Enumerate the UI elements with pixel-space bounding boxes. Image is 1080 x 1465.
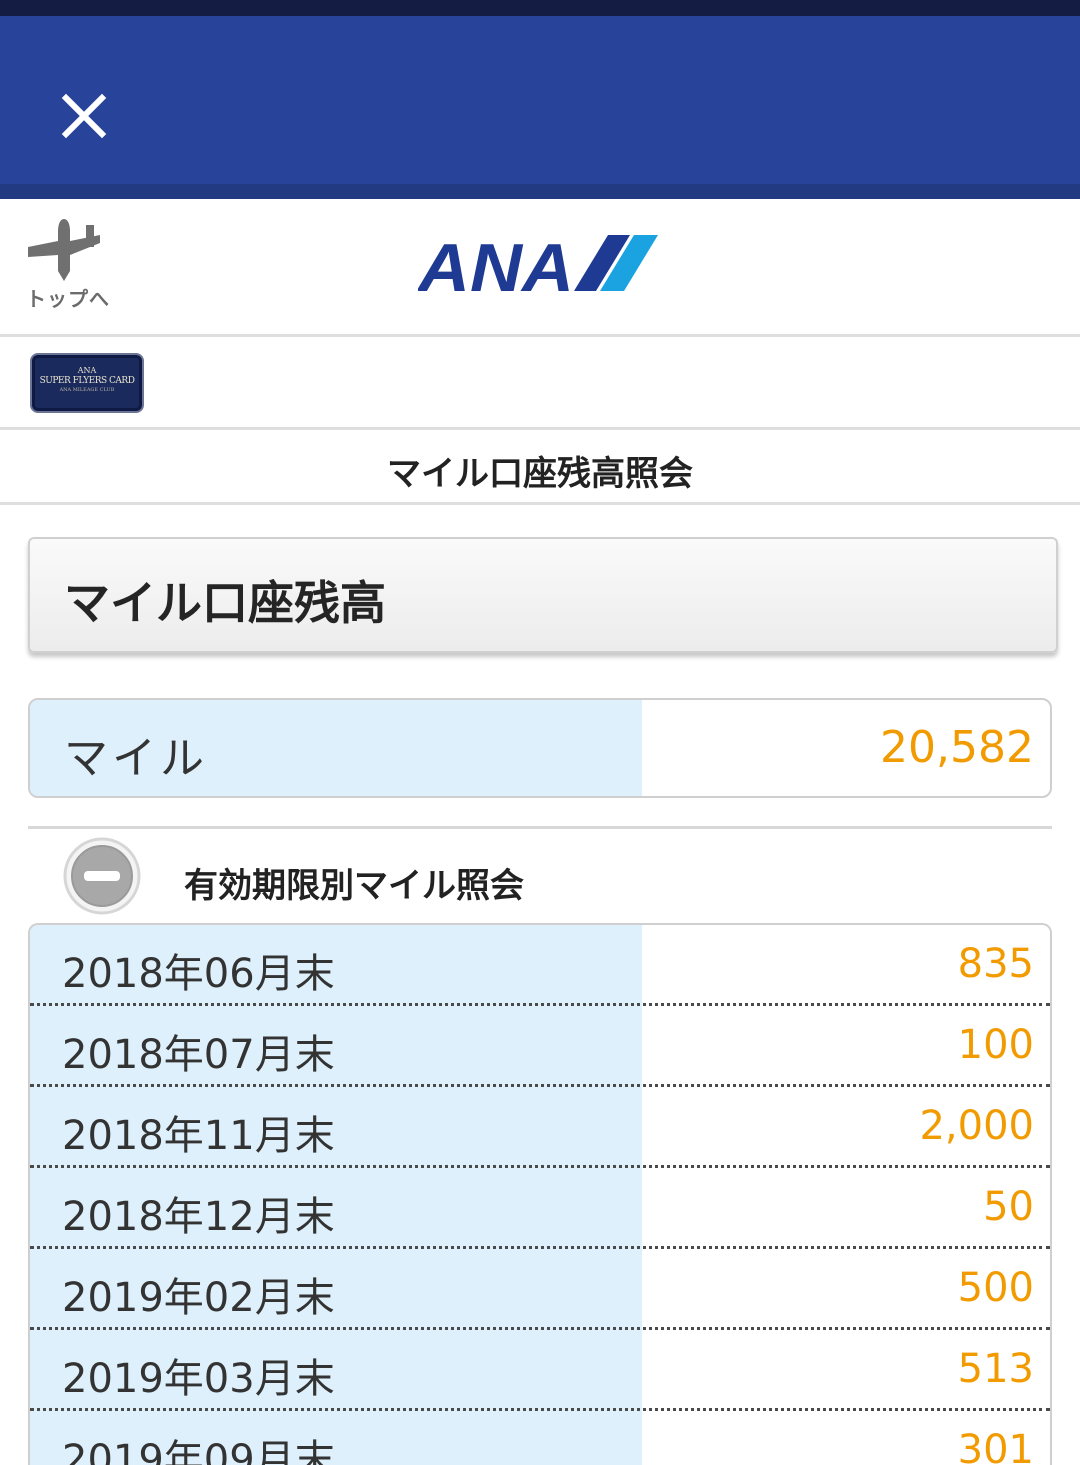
svg-text:ANA: ANA [418,233,574,297]
close-button[interactable] [54,86,114,146]
table-row: 2018年06月末 835 [30,925,1050,1006]
site-header: トップへ ANA [0,199,1080,337]
card-line-1: ANA [77,366,97,375]
table-row: 2019年09月末 301 [30,1411,1050,1465]
airplane-icon [28,219,100,281]
row-value: 50 [983,1184,1034,1230]
miles-label: マイル [64,733,208,784]
table-row: 2018年07月末 100 [30,1006,1050,1087]
status-bar [0,0,1080,16]
miles-label-cell: マイル [30,700,642,796]
row-value: 301 [957,1427,1034,1465]
table-row: 2019年03月末 513 [30,1330,1050,1411]
top-link-label: トップへ [26,287,110,311]
row-date: 2018年12月末 [62,1194,335,1240]
section-divider [28,826,1052,829]
row-value: 100 [957,1022,1034,1068]
page-title-bar: マイル口座残高照会 [0,430,1080,505]
minus-circle-icon [63,837,141,915]
section-title: マイル口座残高 [64,576,386,630]
row-date: 2018年06月末 [62,951,335,997]
card-line-3: ANA MILEAGE CLUB [59,387,115,393]
row-date: 2019年09月末 [62,1437,335,1465]
card-line-2: SUPER FLYERS CARD [39,376,135,386]
row-value: 500 [957,1265,1034,1311]
section-header-miles-balance: マイル口座残高 [28,537,1058,653]
row-value: 835 [957,941,1034,987]
row-value: 2,000 [919,1103,1034,1149]
row-date: 2018年11月末 [62,1113,335,1159]
row-date: 2019年03月末 [62,1356,335,1402]
expiry-miles-table: 2018年06月末 835 2018年07月末 100 2018年11月末 2,… [28,923,1052,1465]
row-value: 513 [957,1346,1034,1392]
close-icon [61,93,107,139]
table-row: 2019年02月末 500 [30,1249,1050,1330]
member-card-image: ANA SUPER FLYERS CARD ANA MILEAGE CLUB [30,353,144,413]
table-row: 2018年12月末 50 [30,1168,1050,1249]
row-date: 2019年02月末 [62,1275,335,1321]
top-page-link[interactable]: トップへ [24,217,114,311]
ana-logo: ANA [416,230,662,306]
ana-logo-mark: ANA [416,230,658,306]
app-top-bar [0,16,1080,184]
page-title: マイル口座残高照会 [387,454,693,494]
top-bar-shadow [0,184,1080,199]
card-info-bar: ANA SUPER FLYERS CARD ANA MILEAGE CLUB [0,337,1080,430]
miles-balance-row: マイル 20,582 [28,698,1052,798]
collapse-toggle-button[interactable] [62,836,142,916]
miles-value: 20,582 [880,722,1034,773]
expiry-section-title: 有効期限別マイル照会 [184,866,524,906]
row-date: 2018年07月末 [62,1032,335,1078]
table-row: 2018年11月末 2,000 [30,1087,1050,1168]
